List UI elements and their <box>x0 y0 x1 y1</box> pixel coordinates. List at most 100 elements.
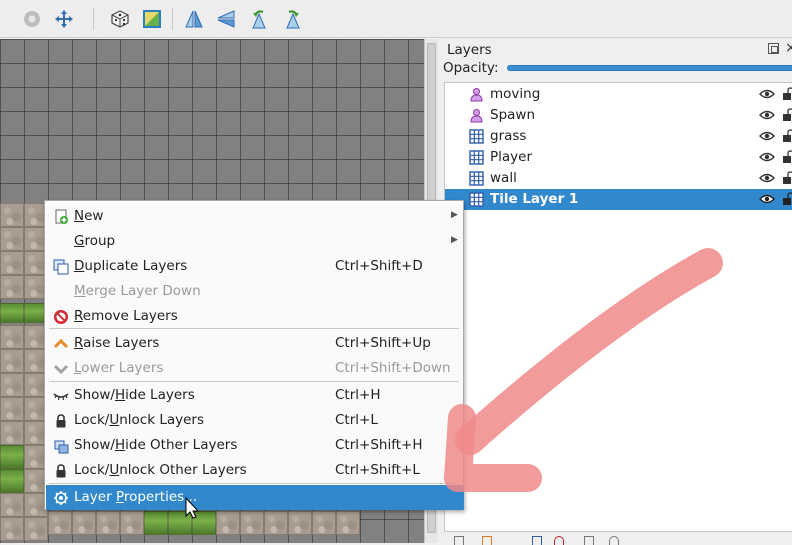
grayed-circle-icon[interactable] <box>20 7 44 31</box>
layer-row-wall[interactable]: wall <box>445 168 792 189</box>
opacity-label: Opacity: <box>443 60 499 76</box>
menu-item-remove-layers[interactable]: Remove Layers <box>46 304 464 329</box>
stone-tile <box>216 511 240 535</box>
stone-tile <box>336 511 360 535</box>
menu-item-shortcut: Ctrl+Shift+H <box>335 437 423 453</box>
eye-icon[interactable] <box>759 88 775 100</box>
duplicate-icon <box>53 259 69 275</box>
stone-tile <box>120 511 144 535</box>
filter-icon[interactable] <box>609 536 619 545</box>
menu-item-lock-unlock-layers[interactable]: Lock/Unlock Layers Ctrl+L <box>46 408 464 433</box>
object-layer-icon <box>470 109 483 123</box>
menu-separator <box>49 483 459 484</box>
eye-icon[interactable] <box>759 151 775 163</box>
lock-icon[interactable] <box>783 87 792 101</box>
tile-layer-icon <box>469 129 484 144</box>
stone-tile <box>312 511 336 535</box>
grass-tile <box>168 511 192 535</box>
random-dice-icon[interactable] <box>108 7 132 31</box>
menu-item-duplicate-layers[interactable]: Duplicate Layers Ctrl+Shift+D <box>46 254 464 279</box>
menu-item-group[interactable]: Group ▶ <box>46 229 464 254</box>
remove-icon[interactable] <box>554 536 564 545</box>
lock-icon[interactable] <box>783 150 792 164</box>
eye-icon[interactable] <box>759 109 775 121</box>
tile-layer-icon <box>469 192 484 207</box>
grass-tile <box>192 511 216 535</box>
menu-item-label: Lower Layers <box>74 360 164 376</box>
raise-icon <box>53 338 69 349</box>
menu-item-label: Raise Layers <box>74 335 160 351</box>
lock-icon <box>56 414 66 428</box>
stone-tile <box>0 373 24 397</box>
wang-fill-icon[interactable] <box>140 7 164 31</box>
raise-icon[interactable] <box>482 536 492 545</box>
flip-horizontal-icon[interactable] <box>182 7 206 31</box>
grass-tile <box>0 445 24 469</box>
opacity-slider[interactable] <box>507 65 792 71</box>
submenu-arrow-icon: ▶ <box>451 210 458 220</box>
layer-row-spawn[interactable]: Spawn <box>445 105 792 126</box>
menu-item-label: Merge Layer Down <box>74 283 201 299</box>
grass-tile <box>0 303 24 323</box>
lower-icon <box>53 364 69 375</box>
new-layer-icon[interactable] <box>454 536 464 545</box>
layer-row-player[interactable]: Player <box>445 147 792 168</box>
menu-item-new[interactable]: New ▶ <box>46 204 464 229</box>
properties-icon[interactable] <box>584 536 594 545</box>
lock-icon[interactable] <box>783 192 792 206</box>
eye-icon[interactable] <box>759 193 775 205</box>
grass-tile <box>144 511 168 535</box>
menu-item-layer-properties[interactable]: Layer Properties... <box>46 485 464 510</box>
menu-item-shortcut: Ctrl+H <box>335 387 381 403</box>
grass-tile <box>0 469 24 493</box>
rotate-left-icon[interactable] <box>248 7 272 31</box>
stone-tile <box>0 251 24 275</box>
flip-vertical-icon[interactable] <box>214 7 238 31</box>
layer-row-tile-layer-1[interactable]: Tile Layer 1 <box>445 189 792 210</box>
close-icon[interactable]: × <box>785 40 792 56</box>
tile-layer-icon <box>469 171 484 186</box>
layer-row-moving[interactable]: moving <box>445 84 792 105</box>
menu-item-show-hide-other-layers[interactable]: Show/Hide Other Layers Ctrl+Shift+H <box>46 433 464 458</box>
stone-tile <box>240 511 264 535</box>
menu-item-lock-unlock-other-layers[interactable]: Lock/Unlock Other Layers Ctrl+Shift+L <box>46 458 464 483</box>
duplicate-icon[interactable] <box>532 536 542 545</box>
float-panel-icon[interactable] <box>768 43 779 54</box>
menu-item-label: Lock/Unlock Other Layers <box>74 462 247 478</box>
lock-icon[interactable] <box>783 108 792 122</box>
main-toolbar <box>0 0 792 38</box>
menu-item-label: Show/Hide Other Layers <box>74 437 238 453</box>
stone-tile <box>0 493 24 517</box>
gear-icon <box>54 491 68 505</box>
menu-item-merge-layer-down: Merge Layer Down <box>46 279 464 304</box>
remove-icon <box>54 310 68 324</box>
stone-tile <box>0 227 24 251</box>
rotate-right-icon[interactable] <box>280 7 304 31</box>
submenu-arrow-icon: ▶ <box>451 235 458 245</box>
eye-icon[interactable] <box>759 130 775 142</box>
stone-tile <box>0 421 24 445</box>
menu-item-show-hide-layers[interactable]: Show/Hide Layers Ctrl+H <box>46 383 464 408</box>
menu-item-shortcut: Ctrl+L <box>335 412 378 428</box>
stone-tile <box>264 511 288 535</box>
layer-row-grass[interactable]: grass <box>445 126 792 147</box>
menu-item-raise-layers[interactable]: Raise Layers Ctrl+Shift+Up <box>46 331 464 356</box>
menu-item-label: New <box>74 208 104 224</box>
lock-icon[interactable] <box>783 171 792 185</box>
panel-title: Layers <box>447 42 492 58</box>
stone-tile <box>0 325 24 349</box>
stone-tile <box>288 511 312 535</box>
eye-icon[interactable] <box>759 172 775 184</box>
menu-item-label: Lock/Unlock Layers <box>74 412 205 428</box>
menu-separator <box>49 328 459 329</box>
toolbar-separator <box>172 8 173 30</box>
layer-name: wall <box>490 170 517 186</box>
menu-item-shortcut: Ctrl+Shift+Down <box>335 360 451 376</box>
stone-tile <box>0 203 24 227</box>
menu-item-shortcut: Ctrl+Shift+D <box>335 258 423 274</box>
menu-item-label: Duplicate Layers <box>74 258 188 274</box>
menu-item-lower-layers: Lower Layers Ctrl+Shift+Down <box>46 356 464 381</box>
move-arrows-icon[interactable] <box>52 7 76 31</box>
lock-icon[interactable] <box>783 129 792 143</box>
layer-list: moving Spawn grass Player wall Tile Laye… <box>444 82 792 532</box>
